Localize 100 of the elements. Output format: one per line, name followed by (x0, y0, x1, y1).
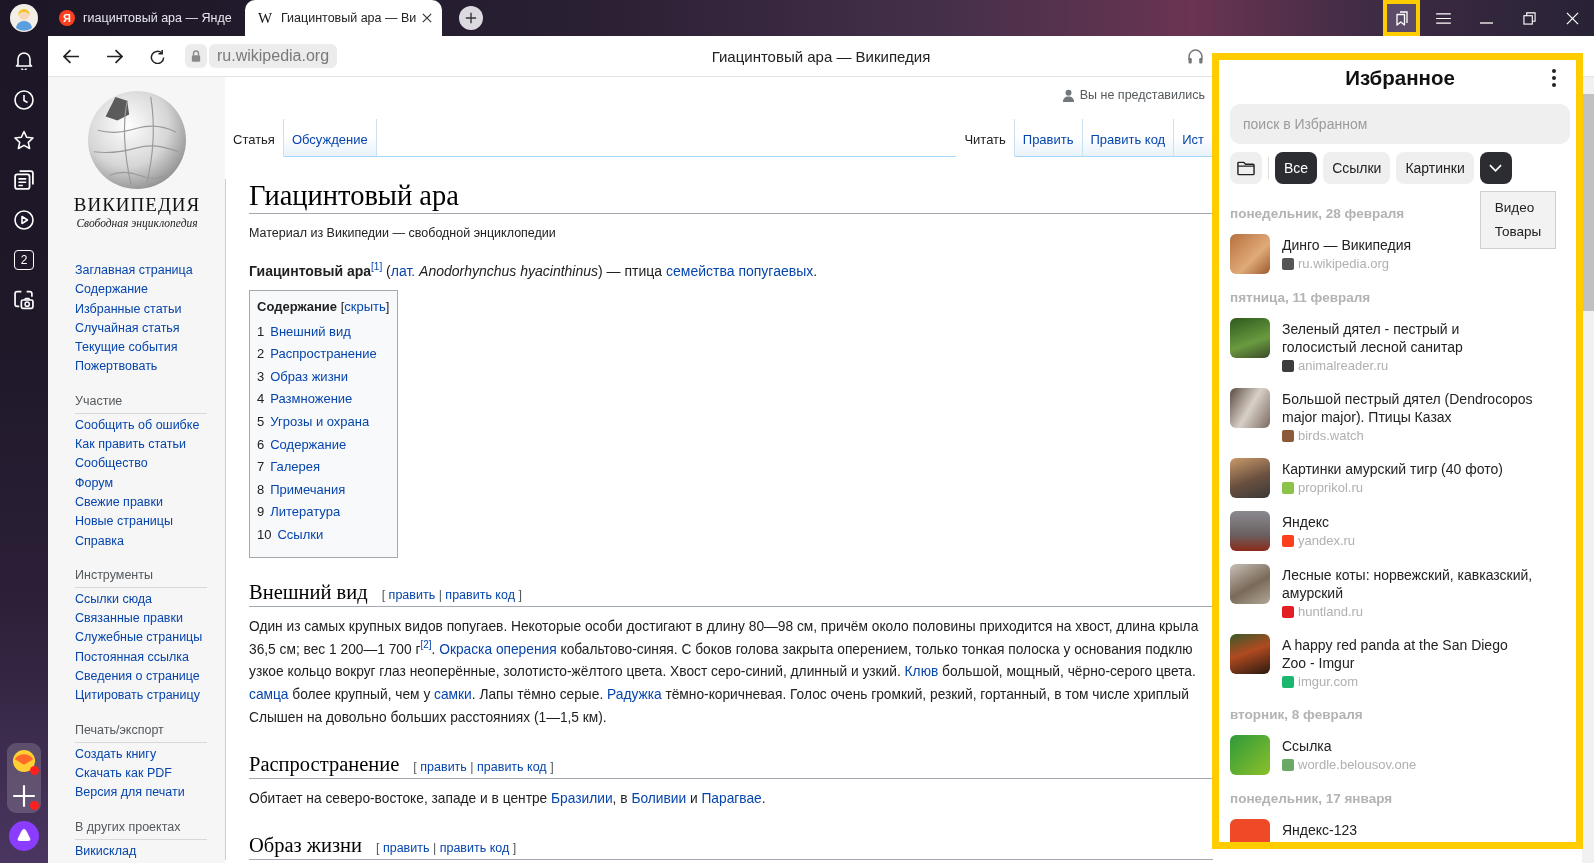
menu-item[interactable]: Видео (1480, 196, 1535, 220)
toc-link[interactable]: 4 Размножение (257, 388, 353, 412)
tab-counter[interactable]: 2 (14, 250, 34, 270)
site-url: birds.watch (1298, 427, 1364, 445)
text-link[interactable]: Бразилии (551, 790, 613, 806)
close-icon[interactable] (422, 13, 432, 23)
site-info-button[interactable] (185, 44, 207, 68)
star-icon[interactable] (14, 130, 34, 150)
text-link[interactable]: Радужка (607, 686, 662, 702)
nav-link[interactable]: Цитировать страницу (75, 686, 200, 706)
envelope-icon[interactable] (12, 748, 36, 773)
nav-link[interactable]: Текущие события (75, 338, 178, 358)
plus-icon[interactable] (12, 783, 36, 808)
nav-link[interactable]: Заглавная страница (75, 261, 193, 281)
photo-thumbnail[interactable] (1230, 735, 1270, 775)
page-tab[interactable]: Обсуждение (283, 119, 377, 157)
globe-logo-icon[interactable] (88, 91, 186, 189)
bell-icon[interactable] (14, 50, 34, 70)
toc-link[interactable]: 1 Внешний вид (257, 320, 351, 344)
text-link[interactable]: править (388, 588, 436, 603)
bookmark-title[interactable]: Картинки амурский тигр (40 фото) (1282, 460, 1534, 478)
nav-link[interactable]: Скачать как PDF (75, 763, 172, 784)
filter-chip[interactable]: Ссылки (1323, 152, 1391, 184)
bookmark-title[interactable]: Яндекс-123 (1282, 821, 1534, 839)
photo-thumbnail[interactable] (1230, 511, 1270, 551)
nav-link[interactable]: Новые страницы (75, 512, 173, 532)
stacked-cards-icon[interactable] (14, 170, 34, 190)
text-link[interactable]: Боливии (631, 790, 687, 806)
text-link[interactable]: Окраска оперения (439, 641, 557, 657)
toc-link[interactable]: 6 Содержание (257, 433, 347, 457)
text-link[interactable]: править (420, 759, 467, 774)
photo-thumbnail[interactable] (1230, 564, 1270, 604)
photo-thumbnail[interactable] (1230, 634, 1270, 674)
nav-link[interactable]: Ссылки сюда (75, 589, 153, 610)
text-link[interactable]: править код (445, 588, 515, 603)
footnote-link[interactable]: [2] (420, 639, 432, 651)
search-field[interactable]: поиск в Избранном (1230, 104, 1570, 144)
text-link[interactable]: Парагвае (701, 790, 762, 806)
headphones-icon[interactable] (1188, 48, 1203, 64)
camera-icon[interactable] (14, 290, 34, 310)
photo-thumbnail[interactable] (1230, 318, 1270, 358)
filter-chip[interactable]: Все (1275, 152, 1318, 184)
nav-link[interactable]: Викисклад (75, 841, 137, 861)
text-link[interactable]: лат. (390, 263, 416, 279)
nav-link[interactable]: Содержание (75, 280, 149, 300)
filter-chip[interactable]: Картинки (1396, 152, 1474, 184)
text-link[interactable]: править (382, 840, 430, 855)
nav-link[interactable]: Как править статьи (75, 435, 186, 455)
page-tab[interactable]: Править (1014, 119, 1083, 157)
avatar-icon[interactable] (10, 4, 38, 32)
bookmark-title[interactable]: Большой пестрый дятел (Dendrocopos major major). Птицы Казах (1282, 390, 1534, 426)
nav-link[interactable]: Свежие правки (75, 492, 163, 513)
bookmark-title[interactable]: Ссылка (1282, 737, 1534, 755)
browser-tab[interactable]: W Гиацинтовый ара — Ви (245, 0, 442, 36)
bookmark-title[interactable]: Яндекс (1282, 513, 1534, 531)
menu-item[interactable]: Товары (1480, 220, 1542, 244)
nav-link[interactable]: Избранные статьи (75, 299, 182, 319)
nav-link[interactable]: Сведения о странице (75, 667, 200, 687)
address-field[interactable]: ru.wikipedia.org (209, 44, 338, 68)
toc-link[interactable]: 7 Галерея (257, 456, 321, 479)
nav-link[interactable]: Служебные страницы (75, 628, 203, 648)
toc-link[interactable]: 8 Примечания (257, 478, 346, 502)
toc-link[interactable]: 10 Ссылки (257, 524, 324, 547)
toc-link[interactable]: 2 Распространение (257, 343, 377, 366)
text-link[interactable]: самца (249, 686, 289, 702)
nav-link[interactable]: Сообщить об ошибке (75, 415, 200, 436)
clock-icon[interactable] (14, 90, 34, 110)
bookmarks-button[interactable] (1383, 0, 1420, 36)
new-tab-button[interactable] (459, 6, 483, 30)
nav-link[interactable]: Версия для печати (75, 783, 185, 803)
nav-link[interactable]: Случайная статья (75, 318, 180, 339)
folder-button[interactable] (1230, 152, 1262, 184)
browser-tab[interactable]: Я гиацинтовый ара — Янде (51, 0, 245, 36)
text-link[interactable]: Клюв (904, 664, 939, 680)
bookmark-title[interactable]: A happy red panda at the San Diego Zoo - Imgur (1282, 636, 1534, 672)
nav-link[interactable]: Форум (75, 473, 113, 493)
page-tab[interactable]: Править код (1082, 119, 1175, 157)
more-options-button[interactable] (1550, 67, 1558, 89)
login-status-text[interactable]: Вы не представились (1079, 87, 1205, 103)
toc-link[interactable]: 3 Образ жизни (257, 365, 349, 389)
nav-link[interactable]: Создать книгу (75, 744, 157, 764)
text-link[interactable]: править код (477, 759, 547, 774)
play-icon[interactable] (14, 210, 34, 230)
toc-link[interactable]: 9 Литература (257, 501, 341, 525)
nav-link[interactable]: Справка (75, 531, 125, 551)
photo-thumbnail[interactable] (1230, 458, 1270, 498)
text-link[interactable]: скрыть (344, 299, 386, 314)
bookmark-title[interactable]: Лесные коты: норвежский, кавказский, амурский (1282, 566, 1534, 602)
photo-thumbnail[interactable] (1230, 388, 1270, 428)
toc-link[interactable]: 5 Угрозы и охрана (257, 411, 370, 434)
nav-link[interactable]: Сообщество (75, 454, 148, 474)
nav-link[interactable]: Постоянная ссылка (75, 647, 189, 668)
bookmark-title[interactable]: Зеленый дятел - пестрый и голосистый лесной санитар (1282, 320, 1534, 356)
text-link[interactable]: самки (434, 686, 472, 702)
nav-link[interactable]: Пожертвовать (75, 357, 158, 377)
text-link[interactable]: править код (439, 840, 510, 855)
footnote-link[interactable]: [1] (371, 261, 383, 273)
photo-thumbnail[interactable] (1230, 234, 1270, 274)
nav-link[interactable]: Связанные правки (75, 609, 183, 629)
more-filters-button[interactable] (1479, 152, 1512, 184)
